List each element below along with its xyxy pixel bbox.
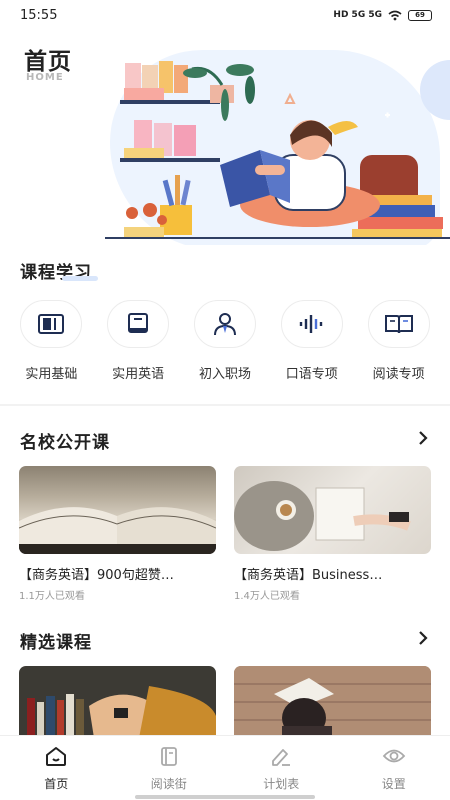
- nav-label: 计划表: [263, 777, 300, 791]
- category-label: 实用英语: [112, 367, 165, 382]
- hero-banner: 首页 HOME: [0, 30, 450, 245]
- category-label: 口语专项: [285, 367, 338, 382]
- book-on-head-photo: [234, 666, 431, 738]
- category-basics[interactable]: 实用基础: [11, 300, 91, 382]
- book-columns-icon: [38, 314, 65, 334]
- featured-course-card[interactable]: [19, 666, 216, 738]
- chevron-right-icon[interactable]: [416, 631, 430, 645]
- open-book-photo: [19, 466, 216, 554]
- status-icons: HD 5G 5G 69: [333, 9, 432, 21]
- nav-reading[interactable]: 阅读街: [124, 745, 214, 800]
- home-indicator[interactable]: [135, 795, 315, 799]
- nav-settings[interactable]: 设置: [349, 745, 439, 800]
- battery-icon: 69: [408, 9, 432, 21]
- bookshelf-photo: [19, 666, 216, 738]
- edit-icon: [272, 749, 291, 766]
- course-views: 1.1万人已观看: [19, 591, 85, 602]
- course-title: 【商务英语】900句超赞…: [19, 568, 174, 583]
- category-english[interactable]: 实用英语: [98, 300, 178, 382]
- category-icon-wrap: [20, 300, 83, 348]
- reading-girl-illustration: [105, 61, 450, 239]
- category-icon-wrap: [107, 300, 170, 348]
- battery-level: 69: [415, 11, 425, 19]
- section-divider: [0, 404, 450, 406]
- network-indicator: HD 5G 5G: [333, 10, 382, 20]
- category-icon-wrap: [280, 300, 343, 348]
- category-label: 实用基础: [25, 367, 78, 382]
- book-icon: [128, 313, 149, 333]
- open-book-icon: [384, 315, 413, 334]
- course-title: 【商务英语】Business…: [234, 568, 383, 583]
- status-time: 15:55: [20, 7, 58, 23]
- wifi-icon: [388, 10, 402, 20]
- home-icon: [46, 747, 67, 766]
- open-courses-title: 名校公开课: [20, 433, 110, 453]
- person-tie-icon: [213, 313, 236, 336]
- nav-label: 设置: [381, 777, 406, 791]
- settings-icon: [382, 749, 405, 763]
- bottom-navigation: 首页 阅读街 计划表 设置: [0, 735, 450, 800]
- section-title-underline: [62, 276, 98, 281]
- category-icon-wrap: [193, 300, 256, 348]
- category-label: 阅读专项: [372, 367, 425, 382]
- nav-label: 阅读街: [150, 777, 187, 791]
- featured-title: 精选课程: [20, 633, 92, 653]
- open-course-card[interactable]: 【商务英语】Business… 1.4万人已观看: [234, 466, 431, 602]
- course-views: 1.4万人已观看: [234, 591, 300, 602]
- nav-home[interactable]: 首页: [11, 745, 101, 800]
- category-workplace[interactable]: 初入职场: [185, 300, 265, 382]
- category-reading[interactable]: 阅读专项: [359, 300, 439, 382]
- page-subtitle: HOME: [26, 72, 64, 83]
- reading-in-bed-photo: [234, 466, 431, 554]
- reading-icon: [160, 747, 177, 766]
- category-icon-wrap: [367, 300, 430, 348]
- category-label: 初入职场: [198, 367, 251, 382]
- nav-label: 首页: [44, 777, 69, 791]
- featured-course-card[interactable]: [234, 666, 431, 738]
- course-categories: 实用基础 实用英语 初入职场 口语专项 阅读专项: [0, 300, 450, 382]
- nav-plan[interactable]: 计划表: [236, 745, 326, 800]
- category-speaking[interactable]: 口语专项: [272, 300, 352, 382]
- page-title: 首页: [24, 49, 72, 75]
- chevron-right-icon[interactable]: [416, 431, 430, 445]
- audio-wave-icon: [299, 315, 322, 333]
- status-bar: 15:55 HD 5G 5G 69: [0, 0, 450, 30]
- open-course-card[interactable]: 【商务英语】900句超赞… 1.1万人已观看: [19, 466, 216, 602]
